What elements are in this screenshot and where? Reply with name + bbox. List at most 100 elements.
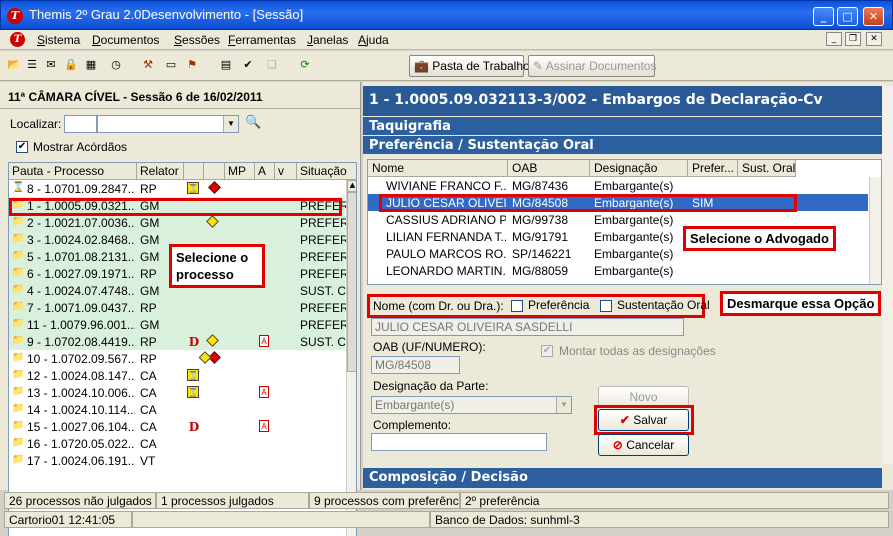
detail-scrollbar[interactable] <box>882 86 893 464</box>
oab-cell: MG/87436 <box>512 179 569 193</box>
table-row[interactable]: 📁 9 - 1.0702.08.4419... RP D A SUST. C <box>9 333 346 350</box>
chevron-down-icon[interactable]: ▼ <box>556 397 571 413</box>
process-grid[interactable]: Pauta - Processo Relator MP A v Situação… <box>8 162 357 536</box>
situacao-cell: PREFER <box>300 233 348 247</box>
yellow-flag-icon <box>206 334 219 347</box>
relator-cell: CA <box>140 437 157 451</box>
localizar-select[interactable]: ▼ <box>97 115 239 133</box>
scroll-up-icon[interactable]: ▲ <box>347 180 356 192</box>
col-prefer[interactable]: Prefer... <box>688 160 738 177</box>
preferencia-checkbox[interactable] <box>511 300 523 312</box>
col-situacao[interactable]: Situação <box>297 163 356 180</box>
clock-icon[interactable]: ◷ <box>108 57 124 73</box>
complemento-field[interactable] <box>371 433 547 451</box>
refresh-icon[interactable]: ⟳ <box>297 57 313 73</box>
table-row[interactable]: 📁 11 - 1.0079.96.001... GM PREFER <box>9 316 348 333</box>
advogados-grid[interactable]: Nome OAB Designação Prefer... Sust. Oral… <box>367 159 882 285</box>
col-v[interactable]: v <box>275 163 297 180</box>
relator-cell: RP <box>140 301 157 315</box>
close-button[interactable]: ✕ <box>863 7 884 26</box>
folder-icon: 📁 <box>12 369 25 380</box>
table-row[interactable]: 📁 12 - 1.0024.08.147... CA ⌛ <box>9 367 345 384</box>
menu-sessoes[interactable]: Sessões <box>174 33 220 47</box>
col-designacao[interactable]: Designação <box>590 160 688 177</box>
mdi-restore-button[interactable]: ❐ <box>845 32 861 46</box>
highlight-salvar <box>594 405 694 435</box>
col-mp[interactable]: MP <box>225 163 255 180</box>
sustentacao-checkbox[interactable] <box>600 300 612 312</box>
menu-sistema[interactable]: Sistema <box>37 33 80 47</box>
designacao-select[interactable]: Embargante(s) ▼ <box>371 396 572 414</box>
chevron-down-icon[interactable]: ▼ <box>223 116 238 132</box>
menu-ajuda[interactable]: Ajuda <box>358 33 389 47</box>
pasta-trabalho-button[interactable]: 💼 Pasta de Trabalho <box>409 55 530 77</box>
menu-janelas[interactable]: Janelas <box>307 33 348 47</box>
annotation-select-advogado: Selecione o Advogado <box>683 226 836 251</box>
hourglass-badge-icon: ⌛ <box>187 386 199 398</box>
col-a[interactable]: A <box>255 163 275 180</box>
table-row[interactable]: 📁 15 - 1.0027.06.104... CA D A <box>9 418 345 435</box>
montar-designacoes-checkbox[interactable]: ✔ <box>541 345 553 357</box>
localizar-short-input[interactable] <box>64 115 97 133</box>
process-cell: 14 - 1.0024.10.114... <box>27 403 135 417</box>
gavel-icon[interactable]: ⚒ <box>140 57 156 73</box>
scroll-thumb[interactable] <box>347 192 356 372</box>
cancelar-button[interactable]: ⊘ Cancelar <box>598 434 689 456</box>
situacao-cell: PREFER <box>300 216 348 230</box>
envelope-icon[interactable]: ✉ <box>43 57 59 73</box>
col-pauta[interactable]: Pauta - Processo <box>9 163 137 180</box>
search-icon[interactable]: 🔍 <box>245 115 261 130</box>
table-row[interactable]: 📁 13 - 1.0024.10.006... CA ⌛ A <box>9 384 345 401</box>
folder-icon: 📁 <box>12 284 25 295</box>
mdi-minimize-button[interactable]: _ <box>826 32 842 46</box>
menu-documentos[interactable]: Documentos <box>92 33 159 47</box>
assinar-documentos-button[interactable]: ✎ Assinar Documentos <box>528 55 656 77</box>
table-row[interactable]: 📁 2 - 1.0021.07.0036... GM PREFER <box>9 214 348 231</box>
oab-cell: MG/99738 <box>512 213 569 227</box>
maximize-button[interactable]: □ <box>837 7 858 26</box>
document-check-icon[interactable]: ✔ <box>240 57 256 73</box>
process-cell: 9 - 1.0702.08.4419... <box>27 335 135 349</box>
table-row[interactable]: 📁 7 - 1.0071.09.0437... RP PREFER <box>9 299 348 316</box>
list-item[interactable]: WIVIANE FRANCO F... MG/87436 Embargante(s) <box>368 177 868 194</box>
col-oab[interactable]: OAB <box>508 160 590 177</box>
table-row[interactable]: 📁 10 - 1.0702.09.567... RP <box>9 350 345 367</box>
table-row[interactable]: 📁 16 - 1.0720.05.022... CA <box>9 435 345 452</box>
folder-icon: 📁 <box>12 250 25 261</box>
menu-ferramentas[interactable]: Ferramentas <box>228 33 296 47</box>
process-scrollbar[interactable]: ▲ <box>346 180 356 536</box>
nome-field[interactable]: JULIO CESAR OLIVEIRA SASDELLI <box>371 318 684 336</box>
window-list-icon[interactable]: ▤ <box>218 57 234 73</box>
table-row[interactable]: 📁 17 - 1.0024.06.191... VT <box>9 452 345 469</box>
oab-field[interactable]: MG/84508 <box>371 356 460 374</box>
list-item[interactable]: LEONARDO MARTIN... MG/88059 Embargante(s) <box>368 262 868 279</box>
minimize-button[interactable]: _ <box>813 7 834 26</box>
open-folder-icon[interactable]: 📂 <box>6 57 22 73</box>
folder-icon[interactable]: ▭ <box>163 57 179 73</box>
calculator-icon[interactable]: ▦ <box>83 57 99 73</box>
table-row[interactable]: ⌛ 8 - 1.0701.09.2847... RP ⌛ <box>9 180 345 197</box>
composicao-section[interactable]: Composição / Decisão <box>363 468 882 488</box>
col-relator[interactable]: Relator <box>137 163 184 180</box>
col-sust-oral[interactable]: Sust. Oral <box>738 160 796 177</box>
nome-cell: PAULO MARCOS RO... <box>386 247 506 261</box>
stamp-icon[interactable]: ⚑ <box>184 57 200 73</box>
col-icon1[interactable] <box>184 163 204 180</box>
preferencia-section[interactable]: Preferência / Sustentação Oral <box>363 136 882 154</box>
col-nome[interactable]: Nome <box>368 160 508 177</box>
annotation-select-process-text: Selecione o processo <box>176 250 249 282</box>
advogados-scrollbar[interactable] <box>869 177 881 284</box>
status-segunda: 2º preferência <box>460 492 889 509</box>
lock-icon[interactable]: 🔒 <box>63 57 79 73</box>
mdi-close-button[interactable]: ✕ <box>866 32 882 46</box>
process-cell: 12 - 1.0024.08.147... <box>27 369 135 383</box>
highlight-selected-advogado <box>379 194 797 212</box>
montar-designacoes-label: Montar todas as designações <box>559 344 716 358</box>
col-icon2[interactable] <box>204 163 225 180</box>
table-row[interactable]: 📁 14 - 1.0024.10.114... CA <box>9 401 345 418</box>
mostrar-acordaos-checkbox[interactable]: ✔ <box>16 141 28 153</box>
yellow-flag-icon <box>198 351 212 364</box>
list-icon[interactable]: ☰ <box>24 57 40 73</box>
taquigrafia-section[interactable]: Taquigrafia <box>363 117 882 135</box>
copy-icon[interactable]: ❏ <box>264 57 280 73</box>
